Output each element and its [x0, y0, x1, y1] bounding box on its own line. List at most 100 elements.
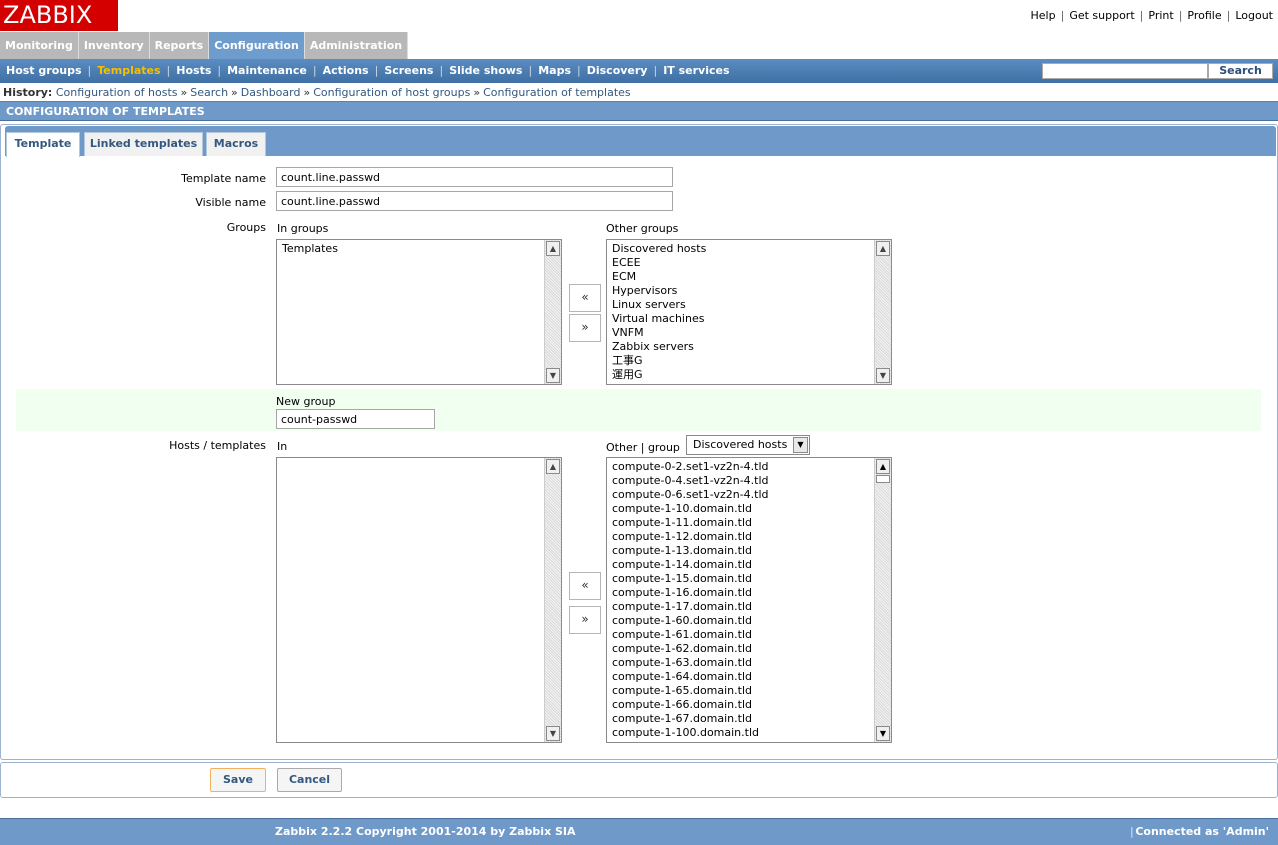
other-groups-label: Other groups [606, 222, 679, 235]
scrollbar[interactable]: ▲ ▼ [544, 458, 561, 742]
tab-linked-templates[interactable]: Linked templates [84, 132, 203, 156]
submenu-slide-shows[interactable]: Slide shows [443, 59, 528, 83]
list-item[interactable]: compute-1-63.domain.tld [607, 656, 873, 670]
list-item[interactable]: Zabbix servers [607, 340, 873, 354]
submenu-it-services[interactable]: IT services [657, 59, 735, 83]
save-button[interactable]: Save [210, 768, 266, 792]
list-item[interactable]: compute-1-12.domain.tld [607, 530, 873, 544]
submenu-discovery[interactable]: Discovery [581, 59, 654, 83]
list-item[interactable]: compute-0-4.set1-vz2n-4.tld [607, 474, 873, 488]
history-label: History: [3, 86, 53, 99]
in-hosts-list[interactable]: ▲ ▼ [276, 457, 562, 743]
list-item[interactable]: Linux servers [607, 298, 873, 312]
list-item[interactable]: Templates [277, 242, 543, 256]
list-item[interactable]: compute-1-10.domain.tld [607, 502, 873, 516]
list-item[interactable]: compute-1-16.domain.tld [607, 586, 873, 600]
logout-link[interactable]: Logout [1235, 9, 1273, 22]
template-name-label: Template name [181, 172, 266, 185]
list-item[interactable]: compute-1-61.domain.tld [607, 628, 873, 642]
cancel-button[interactable]: Cancel [277, 768, 342, 792]
history-item[interactable]: Search [190, 86, 228, 99]
main-menu: Monitoring Inventory Reports Configurati… [0, 32, 409, 59]
submenu-actions[interactable]: Actions [317, 59, 375, 83]
zabbix-logo[interactable]: ZABBIX [0, 0, 118, 31]
scroll-up-icon[interactable]: ▲ [546, 241, 560, 256]
scroll-up-icon[interactable]: ▲ [876, 459, 890, 474]
list-item[interactable]: Virtual machines [607, 312, 873, 326]
list-item[interactable]: compute-0-2.set1-vz2n-4.tld [607, 460, 873, 474]
list-item[interactable]: compute-1-11.domain.tld [607, 516, 873, 530]
list-item[interactable]: compute-1-60.domain.tld [607, 614, 873, 628]
move-left-button[interactable]: « [569, 572, 601, 600]
list-item[interactable]: compute-1-17.domain.tld [607, 600, 873, 614]
menu-reports[interactable]: Reports [149, 32, 210, 59]
submenu-screens[interactable]: Screens [378, 59, 439, 83]
scrollbar[interactable]: ▲ ▼ [544, 240, 561, 384]
list-item[interactable]: Discovered hosts [607, 242, 873, 256]
menu-inventory[interactable]: Inventory [78, 32, 150, 59]
scroll-down-icon[interactable]: ▼ [546, 368, 560, 383]
menu-administration[interactable]: Administration [304, 32, 409, 59]
print-link[interactable]: Print [1148, 9, 1173, 22]
menu-monitoring[interactable]: Monitoring [0, 32, 79, 59]
group-select[interactable]: Discovered hosts ▼ [686, 435, 810, 455]
list-item[interactable]: Hypervisors [607, 284, 873, 298]
scroll-up-icon[interactable]: ▲ [876, 241, 890, 256]
list-item[interactable]: ECM [607, 270, 873, 284]
visible-name-input[interactable] [276, 191, 673, 211]
new-group-input[interactable] [276, 409, 435, 429]
list-item[interactable]: compute-1-100.domain.tld [607, 726, 873, 740]
list-item[interactable]: compute-1-67.domain.tld [607, 712, 873, 726]
other-groups-list[interactable]: Discovered hosts ECEE ECM Hypervisors Li… [606, 239, 892, 385]
list-item[interactable]: compute-0-6.set1-vz2n-4.tld [607, 488, 873, 502]
tab-template[interactable]: Template [6, 132, 80, 157]
menu-configuration[interactable]: Configuration [209, 32, 305, 59]
scroll-up-icon[interactable]: ▲ [546, 459, 560, 474]
history-item[interactable]: Configuration of hosts [56, 86, 178, 99]
move-right-button[interactable]: » [569, 314, 601, 342]
submenu-maintenance[interactable]: Maintenance [221, 59, 313, 83]
history-item[interactable]: Dashboard [241, 86, 301, 99]
groups-label: Groups [226, 221, 266, 234]
move-left-button[interactable]: « [569, 284, 601, 312]
list-item[interactable]: compute-1-66.domain.tld [607, 698, 873, 712]
sub-menu: Host groups | Templates | Hosts | Maintenan… [0, 59, 1278, 83]
template-name-input[interactable] [276, 167, 673, 187]
submenu-maps[interactable]: Maps [532, 59, 577, 83]
scroll-down-icon[interactable]: ▼ [876, 726, 890, 741]
history-item[interactable]: Configuration of host groups [313, 86, 470, 99]
list-item[interactable]: 運用G [607, 368, 873, 382]
list-item[interactable]: 工事G [607, 354, 873, 368]
new-group-label: New group [276, 395, 336, 408]
submenu-templates[interactable]: Templates [91, 59, 166, 83]
list-item[interactable]: compute-1-62.domain.tld [607, 642, 873, 656]
help-link[interactable]: Help [1031, 9, 1056, 22]
scroll-down-icon[interactable]: ▼ [876, 368, 890, 383]
scroll-down-icon[interactable]: ▼ [546, 726, 560, 741]
get-support-link[interactable]: Get support [1069, 9, 1134, 22]
submenu-host-groups[interactable]: Host groups [0, 59, 88, 83]
chevron-down-icon[interactable]: ▼ [793, 437, 808, 453]
page-footer: Zabbix 2.2.2 Copyright 2001-2014 by Zabb… [0, 818, 1278, 845]
list-item[interactable]: VNFM [607, 326, 873, 340]
submenu-hosts[interactable]: Hosts [170, 59, 217, 83]
search-input[interactable] [1042, 63, 1208, 79]
tab-macros[interactable]: Macros [206, 132, 266, 156]
history-item[interactable]: Configuration of templates [483, 86, 631, 99]
in-groups-list[interactable]: Templates ▲ ▼ [276, 239, 562, 385]
scrollbar[interactable]: ▲ ▼ [874, 240, 891, 384]
search-button[interactable]: Search [1208, 63, 1273, 79]
other-hosts-list[interactable]: compute-0-2.set1-vz2n-4.tld compute-0-4.… [606, 457, 892, 743]
list-item[interactable]: ECEE [607, 256, 873, 270]
list-item[interactable]: compute-1-13.domain.tld [607, 544, 873, 558]
move-right-button[interactable]: » [569, 606, 601, 634]
page-title: CONFIGURATION OF TEMPLATES [0, 101, 1278, 121]
profile-link[interactable]: Profile [1187, 9, 1221, 22]
list-item[interactable]: compute-1-64.domain.tld [607, 670, 873, 684]
list-item[interactable]: compute-1-15.domain.tld [607, 572, 873, 586]
list-item[interactable]: compute-1-14.domain.tld [607, 558, 873, 572]
list-item[interactable]: compute-1-65.domain.tld [607, 684, 873, 698]
scrollbar[interactable]: ▲ ▼ [874, 458, 891, 742]
history-breadcrumb: History: Configuration of hosts» Search» D… [3, 86, 631, 99]
scroll-thumb[interactable] [876, 475, 890, 483]
